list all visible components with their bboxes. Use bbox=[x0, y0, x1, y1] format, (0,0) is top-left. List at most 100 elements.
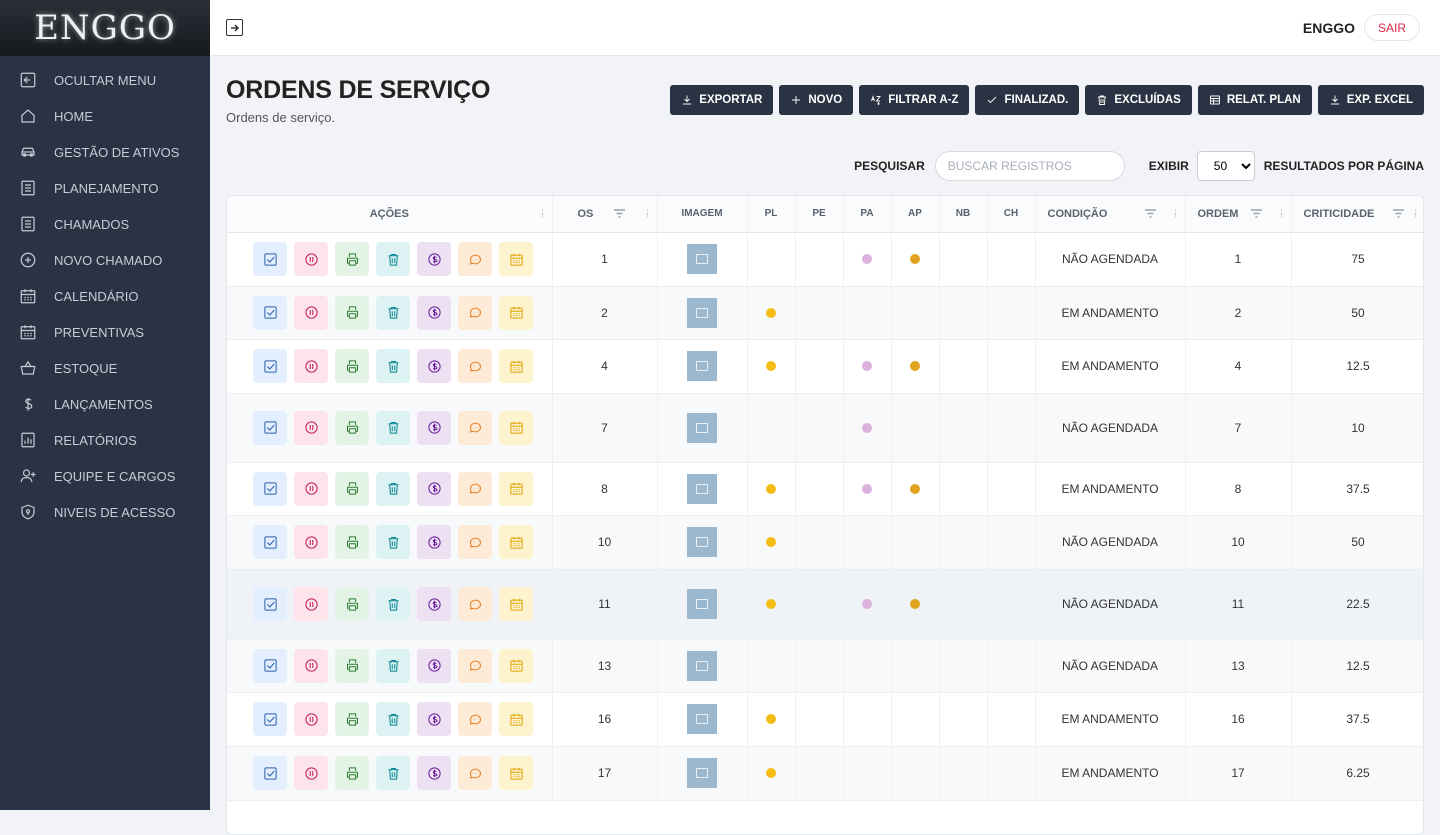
sidebar-item-chamados[interactable]: CHAMADOS bbox=[0, 206, 210, 242]
pause-button[interactable] bbox=[294, 648, 329, 683]
pause-button[interactable] bbox=[294, 295, 329, 330]
sidebar-item-equipe-e-cargos[interactable]: EQUIPE E CARGOS bbox=[0, 458, 210, 494]
toggle-sidebar-icon[interactable] bbox=[226, 19, 243, 36]
print-button[interactable] bbox=[335, 702, 370, 736]
trash-button[interactable] bbox=[376, 525, 411, 559]
image-thumbnail[interactable] bbox=[687, 758, 717, 788]
image-thumbnail[interactable] bbox=[687, 589, 717, 619]
trash-button[interactable] bbox=[376, 648, 411, 683]
table-row[interactable]: 8 EM ANDAMENTO 8 37.5 bbox=[227, 462, 1423, 516]
filter-icon[interactable] bbox=[1392, 208, 1405, 219]
comment-button[interactable] bbox=[458, 648, 493, 683]
check-square-button[interactable] bbox=[253, 349, 288, 383]
sort-icon[interactable]: ⋮ bbox=[1172, 209, 1180, 218]
image-thumbnail[interactable] bbox=[687, 297, 717, 328]
calendar-button[interactable] bbox=[499, 702, 534, 736]
check-square-button[interactable] bbox=[253, 410, 288, 445]
dollar-circle-button[interactable] bbox=[417, 410, 452, 445]
calendar-button[interactable] bbox=[499, 410, 534, 445]
comment-button[interactable] bbox=[458, 587, 493, 621]
pause-button[interactable] bbox=[294, 349, 329, 383]
sidebar-item-home[interactable]: HOME bbox=[0, 98, 210, 134]
column-header-ordem[interactable]: ORDEM ⋮ bbox=[1185, 196, 1292, 233]
image-thumbnail[interactable] bbox=[687, 244, 717, 274]
print-button[interactable] bbox=[335, 242, 370, 276]
column-header-nb[interactable]: NB bbox=[939, 196, 988, 233]
trash-button[interactable] bbox=[376, 295, 411, 330]
column-header-criticidade[interactable]: CRITICIDADE ⋮ bbox=[1291, 196, 1423, 233]
pause-button[interactable] bbox=[294, 756, 329, 790]
filter-icon[interactable] bbox=[1144, 208, 1157, 219]
column-header-pl[interactable]: PL bbox=[747, 196, 796, 233]
pause-button[interactable] bbox=[294, 410, 329, 445]
relat-plan-button[interactable]: RELAT. PLAN bbox=[1197, 85, 1312, 115]
table-row[interactable]: 16 EM ANDAMENTO 16 37.5 bbox=[227, 692, 1423, 747]
comment-button[interactable] bbox=[458, 525, 493, 559]
image-thumbnail[interactable] bbox=[687, 412, 717, 443]
column-header-ap[interactable]: AP bbox=[891, 196, 940, 233]
dollar-circle-button[interactable] bbox=[417, 702, 452, 736]
comment-button[interactable] bbox=[458, 471, 493, 506]
sidebar-item-novo-chamado[interactable]: NOVO CHAMADO bbox=[0, 242, 210, 278]
table-row[interactable]: 17 EM ANDAMENTO 17 6.25 bbox=[227, 746, 1423, 801]
image-thumbnail[interactable] bbox=[687, 351, 717, 381]
column-header-pa[interactable]: PA bbox=[843, 196, 892, 233]
table-row[interactable]: 2 EM ANDAMENTO 2 50 bbox=[227, 286, 1423, 340]
image-thumbnail[interactable] bbox=[687, 527, 717, 557]
excluidas-button[interactable]: EXCLUÍDAS bbox=[1085, 85, 1192, 115]
check-square-button[interactable] bbox=[253, 295, 288, 330]
print-button[interactable] bbox=[335, 648, 370, 683]
image-thumbnail[interactable] bbox=[687, 704, 717, 734]
print-button[interactable] bbox=[335, 756, 370, 790]
comment-button[interactable] bbox=[458, 295, 493, 330]
calendar-button[interactable] bbox=[499, 525, 534, 559]
dollar-circle-button[interactable] bbox=[417, 648, 452, 683]
column-header-os[interactable]: OS ⋮ bbox=[552, 196, 658, 233]
calendar-button[interactable] bbox=[499, 349, 534, 383]
print-button[interactable] bbox=[335, 471, 370, 506]
pause-button[interactable] bbox=[294, 471, 329, 506]
pause-button[interactable] bbox=[294, 242, 329, 276]
column-header-imagem[interactable]: IMAGEM bbox=[657, 196, 748, 233]
print-button[interactable] bbox=[335, 587, 370, 621]
pause-button[interactable] bbox=[294, 702, 329, 736]
image-thumbnail[interactable] bbox=[687, 473, 717, 504]
check-square-button[interactable] bbox=[253, 702, 288, 736]
trash-button[interactable] bbox=[376, 410, 411, 445]
sidebar-item-preventivas[interactable]: PREVENTIVAS bbox=[0, 314, 210, 350]
filter-icon[interactable] bbox=[613, 208, 626, 219]
finalizad-button[interactable]: FINALIZAD. bbox=[975, 85, 1080, 115]
calendar-button[interactable] bbox=[499, 471, 534, 506]
exp-excel-button[interactable]: EXP. EXCEL bbox=[1317, 85, 1424, 115]
table-row[interactable]: 4 EM ANDAMENTO 4 12.5 bbox=[227, 339, 1423, 394]
filtrar-a-z-button[interactable]: FILTRAR A-Z bbox=[859, 85, 970, 115]
sidebar-item-relatorios[interactable]: RELATÓRIOS bbox=[0, 422, 210, 458]
print-button[interactable] bbox=[335, 410, 370, 445]
column-header-ch[interactable]: CH bbox=[987, 196, 1036, 233]
calendar-button[interactable] bbox=[499, 242, 534, 276]
comment-button[interactable] bbox=[458, 349, 493, 383]
logo[interactable]: ENGGO bbox=[0, 0, 210, 56]
check-square-button[interactable] bbox=[253, 587, 288, 621]
sort-icon[interactable]: ⋮ bbox=[539, 209, 547, 218]
check-square-button[interactable] bbox=[253, 648, 288, 683]
dollar-circle-button[interactable] bbox=[417, 471, 452, 506]
sidebar-item-niveis-de-acesso[interactable]: NIVEIS DE ACESSO bbox=[0, 494, 210, 530]
sidebar-item-gestao-de-ativos[interactable]: GESTÃO DE ATIVOS bbox=[0, 134, 210, 170]
table-row[interactable]: 7 NÃO AGENDADA 7 10 bbox=[227, 393, 1423, 463]
dollar-circle-button[interactable] bbox=[417, 756, 452, 790]
table-row[interactable]: 10 NÃO AGENDADA 10 50 bbox=[227, 515, 1423, 570]
calendar-button[interactable] bbox=[499, 756, 534, 790]
dollar-circle-button[interactable] bbox=[417, 587, 452, 621]
dollar-circle-button[interactable] bbox=[417, 525, 452, 559]
column-header-condicao[interactable]: CONDIÇÃO ⋮ bbox=[1035, 196, 1186, 233]
table-row[interactable]: 1 NÃO AGENDADA 1 75 bbox=[227, 232, 1423, 287]
sidebar-item-planejamento[interactable]: PLANEJAMENTO bbox=[0, 170, 210, 206]
sort-icon[interactable]: ⋮ bbox=[1412, 209, 1420, 218]
trash-button[interactable] bbox=[376, 587, 411, 621]
comment-button[interactable] bbox=[458, 242, 493, 276]
dollar-circle-button[interactable] bbox=[417, 295, 452, 330]
comment-button[interactable] bbox=[458, 756, 493, 790]
comment-button[interactable] bbox=[458, 410, 493, 445]
table-row[interactable]: 13 NÃO AGENDADA 13 12.5 bbox=[227, 639, 1423, 693]
